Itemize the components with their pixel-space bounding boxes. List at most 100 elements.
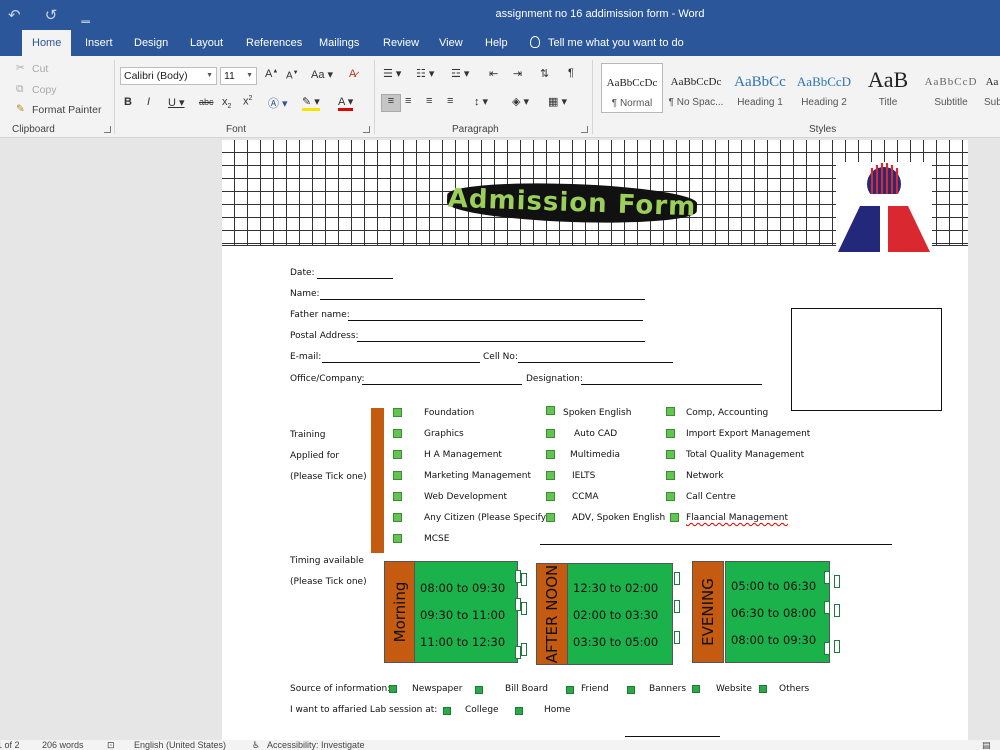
bold-icon[interactable]: B xyxy=(124,96,132,108)
superscript-icon[interactable]: x2 xyxy=(243,95,252,108)
style-heading-1[interactable]: AaBbCc Heading 1 xyxy=(729,63,791,113)
course-checkbox[interactable] xyxy=(393,534,402,543)
time-checkbox[interactable] xyxy=(521,573,527,586)
course-checkbox[interactable] xyxy=(546,406,555,415)
tell-me-search[interactable]: Tell me what you want to do xyxy=(530,30,684,56)
bullets-icon[interactable]: ☰ ▾ xyxy=(383,67,401,80)
time-checkbox[interactable] xyxy=(674,600,680,613)
line-spacing-icon[interactable]: ↕ ▾ xyxy=(474,95,488,108)
course-checkbox[interactable] xyxy=(546,471,555,480)
multilevel-list-icon[interactable]: ☲ ▾ xyxy=(451,67,469,80)
source-checkbox[interactable] xyxy=(475,686,483,694)
course-checkbox[interactable] xyxy=(546,492,555,501)
source-checkbox[interactable] xyxy=(389,685,397,693)
father-name-field[interactable] xyxy=(348,320,643,321)
course-checkbox[interactable] xyxy=(666,407,675,416)
clipboard-launcher-icon[interactable] xyxy=(104,126,111,133)
tab-insert[interactable]: Insert xyxy=(75,30,123,56)
course-checkbox[interactable] xyxy=(666,492,675,501)
course-checkbox[interactable] xyxy=(393,408,402,417)
course-checkbox[interactable] xyxy=(670,513,679,522)
accessibility-status[interactable]: Accessibility: Investigate xyxy=(267,740,365,750)
numbering-icon[interactable]: ☷ ▾ xyxy=(416,67,434,80)
specify-field[interactable] xyxy=(540,544,892,545)
sort-icon[interactable]: ⇅ xyxy=(540,67,549,80)
lab-checkbox[interactable] xyxy=(443,707,451,715)
language[interactable]: English (United States) xyxy=(134,740,226,750)
course-checkbox[interactable] xyxy=(666,471,675,480)
course-checkbox[interactable] xyxy=(546,450,555,459)
italic-icon[interactable]: I xyxy=(147,96,150,108)
tab-mailings[interactable]: Mailings xyxy=(309,30,369,56)
time-checkbox[interactable] xyxy=(674,631,680,644)
time-checkbox[interactable] xyxy=(824,601,830,614)
time-checkbox[interactable] xyxy=(521,643,527,656)
highlight-icon[interactable]: ✎ ▾ xyxy=(302,95,320,111)
source-checkbox[interactable] xyxy=(627,686,635,694)
time-checkbox[interactable] xyxy=(824,642,830,655)
source-checkbox[interactable] xyxy=(566,686,574,694)
course-checkbox[interactable] xyxy=(393,471,402,480)
course-checkbox[interactable] xyxy=(666,450,675,459)
time-checkbox[interactable] xyxy=(521,602,527,615)
time-checkbox[interactable] xyxy=(834,604,840,617)
read-mode-icon[interactable]: ▤ xyxy=(982,740,991,750)
document-page[interactable]: Admission Form Date: Name: Father name: … xyxy=(222,140,968,740)
font-size-select[interactable]: 11 ▼ xyxy=(220,67,257,85)
align-left-icon[interactable]: ≡ xyxy=(381,94,401,112)
copy-button[interactable]: Copy xyxy=(32,84,57,96)
decrease-indent-icon[interactable]: ⇤ xyxy=(489,67,498,80)
course-checkbox[interactable] xyxy=(546,513,555,522)
text-effects-icon[interactable]: Ⓐ ▾ xyxy=(268,95,288,111)
subscript-icon[interactable]: x2 xyxy=(222,96,231,110)
shrink-font-icon[interactable]: A▼ xyxy=(286,70,299,81)
align-center-icon[interactable]: ≡ xyxy=(405,95,411,107)
style-subtitle[interactable]: AaBbCcD Subtitle xyxy=(920,63,982,113)
style-subtle[interactable]: Aa Sub xyxy=(984,63,1000,113)
email-field[interactable] xyxy=(322,362,480,363)
strikethrough-icon[interactable]: abc xyxy=(199,97,214,107)
style-normal[interactable]: AaBbCcDc ¶ Normal xyxy=(601,63,663,113)
page-count[interactable]: 1 of 2 xyxy=(0,740,20,750)
lab-checkbox[interactable] xyxy=(515,707,523,715)
align-right-icon[interactable]: ≡ xyxy=(426,95,432,107)
paragraph-launcher-icon[interactable] xyxy=(581,126,588,133)
tab-layout[interactable]: Layout xyxy=(180,30,233,56)
tab-help[interactable]: Help xyxy=(475,30,518,56)
postal-address-field[interactable] xyxy=(357,341,645,342)
underline-icon[interactable]: U ▾ xyxy=(168,96,185,109)
style-heading-2[interactable]: AaBbCcD Heading 2 xyxy=(793,63,855,113)
office-company-field[interactable] xyxy=(362,384,522,385)
designation-field[interactable] xyxy=(581,384,762,385)
justify-icon[interactable]: ≡ xyxy=(447,95,453,107)
signature-field[interactable] xyxy=(625,736,720,737)
time-checkbox[interactable] xyxy=(674,572,680,585)
cell-no-field[interactable] xyxy=(518,362,673,363)
format-painter-button[interactable]: Format Painter xyxy=(32,104,101,116)
font-launcher-icon[interactable] xyxy=(363,126,370,133)
course-checkbox[interactable] xyxy=(393,492,402,501)
course-checkbox[interactable] xyxy=(546,429,555,438)
proofing-icon[interactable]: ⊡ xyxy=(107,740,115,750)
increase-indent-icon[interactable]: ⇥ xyxy=(513,67,522,80)
font-color-icon[interactable]: A ▾ xyxy=(338,95,354,111)
word-count[interactable]: 206 words xyxy=(42,740,84,750)
source-checkbox[interactable] xyxy=(692,685,700,693)
time-checkbox[interactable] xyxy=(824,571,830,584)
cut-button[interactable]: Cut xyxy=(32,63,48,75)
tab-references[interactable]: References xyxy=(236,30,312,56)
grow-font-icon[interactable]: A▲ xyxy=(265,68,278,80)
style-title[interactable]: AaB Title xyxy=(857,63,919,113)
tab-view[interactable]: View xyxy=(429,30,473,56)
time-checkbox[interactable] xyxy=(834,575,840,588)
source-checkbox[interactable] xyxy=(759,685,767,693)
borders-icon[interactable]: ▦ ▾ xyxy=(548,95,567,108)
font-name-select[interactable]: Calibri (Body) ▼ xyxy=(120,67,217,85)
course-checkbox[interactable] xyxy=(393,450,402,459)
tab-design[interactable]: Design xyxy=(124,30,178,56)
tab-home[interactable]: Home xyxy=(22,30,72,56)
shading-icon[interactable]: ◈ ▾ xyxy=(512,95,529,108)
time-checkbox[interactable] xyxy=(834,640,840,653)
course-checkbox[interactable] xyxy=(393,429,402,438)
course-checkbox[interactable] xyxy=(666,429,675,438)
